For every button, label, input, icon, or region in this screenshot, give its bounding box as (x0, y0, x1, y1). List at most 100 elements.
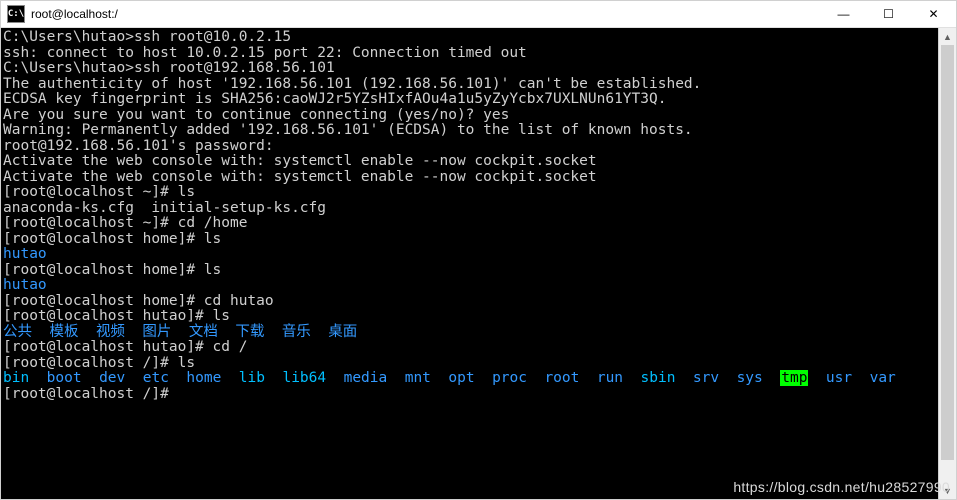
terminal-line: [root@localhost ~]# cd /home (3, 216, 936, 232)
terminal-segment: C:\Users\hutao>ssh root@10.0.2.15 (3, 29, 291, 45)
terminal-segment: [root@localhost home]# cd hutao (3, 293, 274, 309)
terminal-segment: sbin (641, 370, 676, 386)
scrollbar-track[interactable] (939, 45, 956, 482)
terminal-line: C:\Users\hutao>ssh root@192.168.56.101 (3, 61, 936, 77)
terminal-segment: media (344, 370, 388, 386)
close-button[interactable]: ✕ (911, 1, 956, 27)
terminal-segment: root (544, 370, 579, 386)
terminal-segment (171, 324, 188, 340)
terminal-segment: [root@localhost ~]# ls (3, 184, 195, 200)
terminal-segment (265, 370, 282, 386)
terminal-segment (29, 370, 46, 386)
terminal-segment: mnt (405, 370, 431, 386)
terminal-segment: Activate the web console with: systemctl… (3, 169, 597, 185)
terminal-segment (431, 370, 448, 386)
terminal-segment: 桌面 (328, 324, 357, 340)
terminal-line: [root@localhost home]# cd hutao (3, 294, 936, 310)
terminal-segment: 模板 (49, 324, 78, 340)
terminal-segment (218, 324, 235, 340)
terminal-line: 公共 模板 视频 图片 文档 下载 音乐 桌面 (3, 325, 936, 341)
terminal-segment: sys (737, 370, 763, 386)
terminal-segment (32, 324, 49, 340)
terminal-segment: 图片 (142, 324, 171, 340)
terminal-segment: lib64 (282, 370, 326, 386)
terminal-segment (387, 370, 404, 386)
title-bar[interactable]: C:\ root@localhost:/ — ☐ ✕ (1, 1, 956, 28)
terminal-segment (264, 324, 281, 340)
minimize-button[interactable]: — (821, 1, 866, 27)
terminal-line: C:\Users\hutao>ssh root@10.0.2.15 (3, 30, 936, 46)
terminal-line: [root@localhost /]# (3, 387, 936, 403)
terminal-segment: Warning: Permanently added '192.168.56.1… (3, 122, 693, 138)
terminal-segment (852, 370, 869, 386)
terminal-segment (125, 324, 142, 340)
terminal-segment (475, 370, 492, 386)
terminal-segment: hutao (3, 277, 47, 293)
terminal-line: ssh: connect to host 10.0.2.15 port 22: … (3, 46, 936, 62)
terminal-line: Activate the web console with: systemctl… (3, 154, 936, 170)
terminal-segment: var (870, 370, 896, 386)
terminal-line: [root@localhost ~]# ls (3, 185, 936, 201)
terminal-line: root@192.168.56.101's password: (3, 139, 936, 155)
terminal-segment: [root@localhost /]# (3, 386, 178, 402)
scrollbar-thumb[interactable] (941, 45, 954, 460)
terminal-segment: Are you sure you want to continue connec… (3, 107, 509, 123)
terminal-segment (82, 370, 99, 386)
terminal-segment: dev (99, 370, 125, 386)
terminal-segment: 公共 (3, 324, 32, 340)
app-icon: C:\ (7, 5, 25, 23)
terminal-segment: usr (826, 370, 852, 386)
terminal-segment: boot (47, 370, 82, 386)
terminal-line: [root@localhost home]# ls (3, 232, 936, 248)
window-controls: — ☐ ✕ (821, 1, 956, 27)
terminal-segment: [root@localhost home]# ls (3, 262, 221, 278)
terminal-segment: bin (3, 370, 29, 386)
terminal-line: [root@localhost hutao]# ls (3, 309, 936, 325)
terminal-line: hutao (3, 278, 936, 294)
terminal-segment (579, 370, 596, 386)
terminal-segment (221, 370, 238, 386)
scrollbar[interactable]: ▲ ▼ (938, 28, 956, 499)
terminal-segment (675, 370, 692, 386)
terminal-line: The authenticity of host '192.168.56.101… (3, 77, 936, 93)
terminal-segment (808, 370, 825, 386)
terminal-segment: opt (448, 370, 474, 386)
terminal-segment (78, 324, 95, 340)
terminal-segment (763, 370, 780, 386)
terminal-segment: 视频 (96, 324, 125, 340)
terminal-line: [root@localhost home]# ls (3, 263, 936, 279)
terminal-segment (623, 370, 640, 386)
terminal-output[interactable]: C:\Users\hutao>ssh root@10.0.2.15ssh: co… (1, 28, 938, 499)
terminal-line: hutao (3, 247, 936, 263)
terminal-segment (326, 370, 343, 386)
terminal-line: Are you sure you want to continue connec… (3, 108, 936, 124)
terminal-segment: [root@localhost home]# ls (3, 231, 221, 247)
terminal-line: Warning: Permanently added '192.168.56.1… (3, 123, 936, 139)
terminal-line: [root@localhost hutao]# cd / (3, 340, 936, 356)
terminal-segment: anaconda-ks.cfg initial-setup-ks.cfg (3, 200, 326, 216)
terminal-segment: [root@localhost hutao]# cd / (3, 339, 247, 355)
terminal-segment: home (186, 370, 221, 386)
terminal-area: C:\Users\hutao>ssh root@10.0.2.15ssh: co… (1, 28, 956, 499)
terminal-segment (311, 324, 328, 340)
terminal-line: anaconda-ks.cfg initial-setup-ks.cfg (3, 201, 936, 217)
terminal-segment: hutao (3, 246, 47, 262)
terminal-segment (719, 370, 736, 386)
terminal-segment: 文档 (189, 324, 218, 340)
terminal-segment: ECDSA key fingerprint is SHA256:caoWJ2r5… (3, 91, 666, 107)
watermark-text: https://blog.csdn.net/hu28527990 (733, 479, 950, 495)
terminal-line: bin boot dev etc home lib lib64 media mn… (3, 371, 936, 387)
terminal-segment: srv (693, 370, 719, 386)
maximize-button[interactable]: ☐ (866, 1, 911, 27)
window-title: root@localhost:/ (31, 7, 821, 21)
terminal-segment: 音乐 (282, 324, 311, 340)
terminal-segment: [root@localhost hutao]# ls (3, 308, 230, 324)
terminal-segment: run (597, 370, 623, 386)
scroll-up-button[interactable]: ▲ (939, 28, 956, 45)
terminal-segment: root@192.168.56.101's password: (3, 138, 274, 154)
terminal-segment: tmp (780, 370, 808, 386)
terminal-segment: ssh: connect to host 10.0.2.15 port 22: … (3, 45, 527, 61)
terminal-segment (125, 370, 142, 386)
terminal-segment (169, 370, 186, 386)
terminal-line: Activate the web console with: systemctl… (3, 170, 936, 186)
